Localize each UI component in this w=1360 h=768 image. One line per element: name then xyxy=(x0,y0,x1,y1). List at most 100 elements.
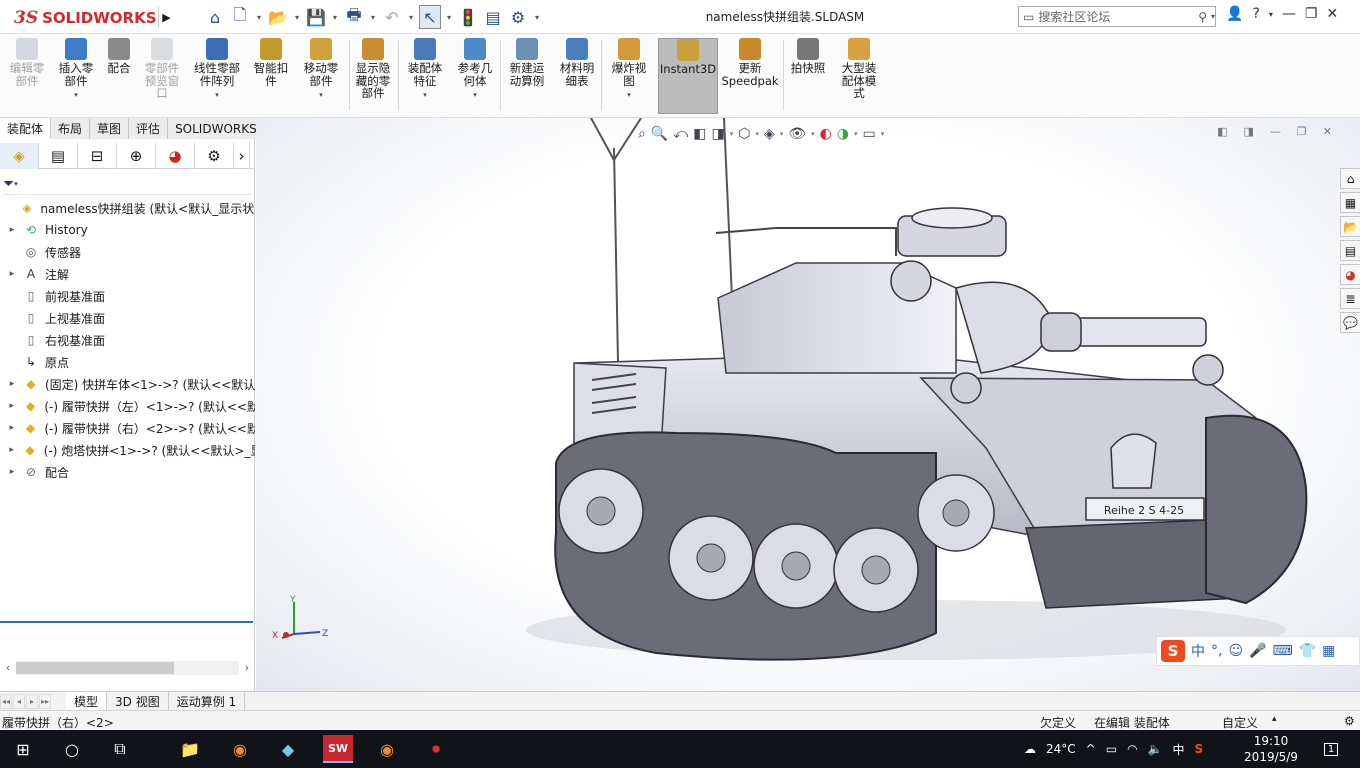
ime-punctuation-icon[interactable]: °, xyxy=(1211,643,1222,659)
tree-expand-icon[interactable]: ▸ xyxy=(2,269,22,279)
tab-nav-arrow-icon[interactable]: ◂◂ xyxy=(0,693,12,709)
undo-icon[interactable]: ↶ xyxy=(381,5,403,29)
scroll-thumb[interactable] xyxy=(16,661,174,674)
menu-expand-arrow-icon[interactable]: ▶ xyxy=(158,7,174,27)
print-icon[interactable]: 🖶 xyxy=(343,5,365,29)
bottom-tab-0[interactable]: 模型 xyxy=(66,691,108,711)
filter-dropdown-icon[interactable]: ▾ xyxy=(14,180,18,188)
task-view-icon[interactable]: ⧉ xyxy=(105,735,135,763)
view-orientation-icon[interactable]: ⬡ xyxy=(738,126,750,142)
app-crystal-icon[interactable]: ◆ xyxy=(273,735,303,763)
status-settings-icon[interactable]: ⚙ xyxy=(1344,714,1355,728)
help-icon[interactable]: ? xyxy=(1252,6,1259,22)
status-units-caret[interactable]: ▴ xyxy=(1272,714,1277,724)
viewport-close-icon[interactable]: ✕ xyxy=(1323,125,1332,138)
options-gear-icon[interactable]: ⚙ xyxy=(507,5,529,29)
ime-skin-icon[interactable]: 👕 xyxy=(1299,643,1316,659)
options-gear-dropdown-icon[interactable]: ▾ xyxy=(532,5,542,29)
ribbon-dropdown-icon[interactable]: ▾ xyxy=(319,89,323,102)
ribbon-移动零部件-button[interactable]: 移动零 部件 ▾ xyxy=(298,38,344,114)
tab-nav-arrow-icon[interactable]: ◂ xyxy=(13,693,25,709)
ribbon-装配体特征-button[interactable]: 装配体 特征 ▾ xyxy=(401,38,449,114)
ribbon-dropdown-icon[interactable]: ▾ xyxy=(627,89,631,102)
tree-expand-icon[interactable]: ▸ xyxy=(2,379,22,389)
save-icon[interactable]: 💾 xyxy=(305,5,327,29)
tab-nav-arrow-icon[interactable]: ▸ xyxy=(26,693,38,709)
hud-dropdown-icon[interactable]: ▾ xyxy=(811,130,815,138)
weather-cloud-icon[interactable]: ☁ xyxy=(1024,742,1036,756)
rollback-bar[interactable] xyxy=(0,621,253,623)
tree-node[interactable]: ▸ ⊘ 配合 xyxy=(0,461,255,483)
ime-language-label[interactable]: 中 xyxy=(1191,641,1205,661)
ribbon-配合-button[interactable]: 配合 xyxy=(103,38,135,114)
search-scope-icon[interactable]: ▭ xyxy=(1023,10,1034,24)
tank-assembly-model[interactable]: Reihe 2 S 4-25 Y X Z xyxy=(256,118,1360,691)
graphics-area[interactable]: Reihe 2 S 4-25 Y X Z ⌕ 🔍 ⤺ ◧ ◨ ▾ ⬡ ▾ ◈ ▾… xyxy=(256,118,1360,691)
scroll-left-icon[interactable]: ‹ xyxy=(0,661,16,674)
file-explorer-icon[interactable]: 📁 xyxy=(175,735,205,763)
ime-toolbar[interactable]: S 中 °, ☺ 🎤 ⌨ 👕 ▦ xyxy=(1156,636,1360,666)
browser-icon[interactable]: ◉ xyxy=(225,735,255,763)
section-view-icon[interactable]: ◧ xyxy=(693,126,706,142)
tree-node[interactable]: ▸ ◆ (-) 履带快拼（右）<2>->? (默认<<默 xyxy=(0,417,255,439)
select-cursor-icon[interactable]: ↖ xyxy=(419,5,441,29)
scroll-right-icon[interactable]: › xyxy=(239,661,255,674)
wifi-icon[interactable]: ◠ xyxy=(1127,742,1137,756)
search-dropdown-icon[interactable]: ▾ xyxy=(1211,12,1215,21)
apply-scene-icon[interactable]: ◑ xyxy=(837,126,849,142)
ribbon-零部件预览窗口-button[interactable]: 零部件 预览窗口 xyxy=(138,38,186,114)
tree-expand-icon[interactable]: ▸ xyxy=(2,225,22,235)
viewport-minimize-icon[interactable]: — xyxy=(1270,125,1281,138)
tree-node[interactable]: ▯ 右视基准面 xyxy=(0,329,255,351)
hud-dropdown-icon[interactable]: ▾ xyxy=(881,130,885,138)
ribbon-编辑零部件-button[interactable]: 编辑零 部件 xyxy=(4,38,50,114)
configurationmanager-icon[interactable]: ⊟ xyxy=(78,143,117,169)
ribbon-dropdown-icon[interactable]: ▾ xyxy=(473,89,477,102)
ime-emoji-icon[interactable]: ☺ xyxy=(1228,643,1243,659)
filter-icon[interactable]: ⏷ xyxy=(3,176,14,192)
command-tab-3[interactable]: 评估 xyxy=(129,118,169,139)
ime-voice-icon[interactable]: 🎤 xyxy=(1249,643,1266,659)
ime-toolbox-icon[interactable]: ▦ xyxy=(1322,643,1335,659)
new-file-dropdown-icon[interactable]: ▾ xyxy=(254,5,264,29)
propertymanager-icon[interactable]: ▤ xyxy=(39,143,78,169)
home-icon[interactable]: ⌂ xyxy=(204,5,226,29)
cortana-search-icon[interactable]: ○ xyxy=(57,735,87,763)
display-manager-icon[interactable]: ◕ xyxy=(156,143,195,169)
tray-ime-label[interactable]: 中 xyxy=(1173,741,1185,758)
open-folder-dropdown-icon[interactable]: ▾ xyxy=(292,5,302,29)
new-file-icon[interactable]: 🗋 xyxy=(229,5,251,29)
ribbon-显示隐藏的零部件-button[interactable]: 显示隐 藏的零 部件 xyxy=(350,38,396,114)
ribbon-插入零部件-button[interactable]: 插入零 部件 ▾ xyxy=(52,38,100,114)
volume-icon[interactable]: 🔈 xyxy=(1148,742,1163,756)
ribbon-instant3d-button[interactable]: Instant3D xyxy=(658,38,718,114)
save-dropdown-icon[interactable]: ▾ xyxy=(330,5,340,29)
panel-expand-icon[interactable]: › xyxy=(234,143,250,169)
ribbon-更新speedpak-button[interactable]: 更新 Speedpak xyxy=(721,38,779,114)
ime-keyboard-icon[interactable]: ⌨ xyxy=(1273,643,1293,659)
minimize-window-icon[interactable]: — xyxy=(1282,6,1296,22)
tree-node[interactable]: ▸ ◆ (-) 履带快拼（左）<1>->? (默认<<默 xyxy=(0,395,255,417)
zoom-to-area-icon[interactable]: 🔍 xyxy=(651,126,668,142)
viewport-collapse-left-icon[interactable]: ◧ xyxy=(1217,125,1227,138)
tree-node[interactable]: ▸ ◆ (固定) 快拼车体<1>->? (默认<<默认 xyxy=(0,373,255,395)
traffic-light-icon[interactable]: 🚦 xyxy=(457,5,479,29)
print-dropdown-icon[interactable]: ▾ xyxy=(368,5,378,29)
ribbon-大型装配体模式-button[interactable]: 大型装 配体模式 xyxy=(834,38,884,114)
forum-icon[interactable]: 💬 xyxy=(1340,312,1360,333)
hud-dropdown-icon[interactable]: ▾ xyxy=(730,130,734,138)
tray-expand-icon[interactable]: ^ xyxy=(1086,742,1096,756)
tree-expand-icon[interactable]: ▸ xyxy=(2,423,22,433)
tree-node[interactable]: ▸ A 注解 xyxy=(0,263,255,285)
sogou-tray-icon[interactable]: S xyxy=(1195,742,1204,756)
solidworks-2018-icon[interactable]: SW xyxy=(323,735,353,763)
tree-horizontal-scrollbar[interactable]: ‹ › xyxy=(0,659,255,676)
browser2-icon[interactable]: ◉ xyxy=(372,735,402,763)
bottom-tab-1[interactable]: 3D 视图 xyxy=(107,691,169,711)
community-search-box[interactable]: ▭ 搜索社区论坛 ⚲ ▾ xyxy=(1018,6,1216,27)
edit-appearance-icon[interactable]: ◐ xyxy=(820,126,832,142)
ribbon-dropdown-icon[interactable]: ▾ xyxy=(215,89,219,102)
open-folder-icon[interactable]: 📂 xyxy=(267,5,289,29)
command-tab-0[interactable]: 装配体 xyxy=(0,118,52,139)
command-tab-2[interactable]: 草图 xyxy=(90,118,130,139)
